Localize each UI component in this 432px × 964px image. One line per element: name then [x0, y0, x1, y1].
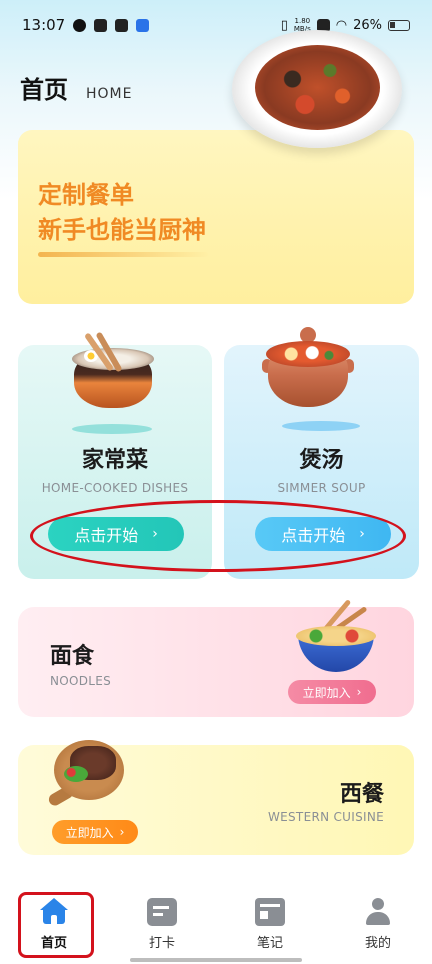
status-left: 13:07: [22, 16, 150, 34]
join-button-western[interactable]: 立即加入 ›: [52, 820, 138, 844]
page-subtitle: HOME: [86, 86, 133, 102]
hotpot-bowl-image: [70, 330, 156, 412]
page-title: 首页: [20, 76, 68, 104]
pot-soup: [266, 341, 350, 367]
bowl-shadow: [72, 424, 152, 434]
banner-text: 定制餐单 新手也能当厨神: [38, 178, 206, 248]
salad-garnish: [64, 766, 88, 782]
card-subtitle-soup: SIMMER SOUP: [277, 481, 366, 495]
pot-shadow: [282, 421, 360, 431]
join-button-label: 立即加入: [302, 685, 351, 700]
profile-icon-shoulders: [366, 912, 390, 925]
card-subtitle-noodles: NOODLES: [50, 674, 112, 688]
chevron-right-icon: ›: [356, 685, 362, 699]
media-notification-icon: [115, 18, 129, 32]
tab-label-profile: 我的: [364, 936, 391, 951]
network-speed-value: 1.80: [294, 17, 311, 25]
app-notification-icon: [73, 18, 87, 32]
noodle-topping: [296, 626, 376, 646]
join-button-noodles[interactable]: 立即加入 ›: [288, 680, 376, 704]
start-button-home[interactable]: 点击开始 ›: [48, 517, 184, 551]
card-subtitle-home: HOME-COOKED DISHES: [41, 481, 189, 495]
tab-notes[interactable]: 笔记: [230, 898, 310, 951]
home-indicator[interactable]: [130, 958, 302, 962]
play-notification-icon: [94, 18, 108, 32]
card-title-home: 家常菜: [81, 448, 148, 473]
wifi-icon: ◠: [335, 17, 348, 33]
join-button-label: 立即加入: [65, 825, 114, 840]
tab-profile[interactable]: 我的: [338, 898, 418, 951]
alipay-notification-icon: [136, 18, 150, 32]
card-title-noodles: 面食: [50, 644, 95, 669]
vibrate-icon: ▯: [280, 17, 288, 33]
start-button-label: 点击开始: [74, 526, 139, 545]
steak-board-image: [46, 736, 138, 816]
dish-food-image: [255, 45, 380, 130]
battery-percent: 26%: [353, 17, 382, 33]
card-title-soup: 煲汤: [299, 448, 344, 473]
profile-icon-head: [372, 898, 384, 910]
profile-icon: [363, 898, 393, 926]
promo-banner[interactable]: 定制餐单 新手也能当厨神: [18, 130, 414, 304]
page-header: 首页 HOME: [20, 70, 132, 105]
checkin-icon: [147, 898, 177, 926]
annotation-rectangle: [18, 892, 94, 958]
start-button-label: 点击开始: [281, 526, 346, 545]
status-time: 13:07: [22, 16, 66, 34]
card-subtitle-western: WESTERN CUISINE: [267, 810, 384, 824]
noodle-bowl-image: [290, 596, 382, 676]
battery-icon: [388, 19, 410, 31]
banner-line-1: 定制餐单: [38, 181, 134, 209]
tab-label-checkin: 打卡: [148, 936, 175, 951]
tab-checkin[interactable]: 打卡: [122, 898, 202, 951]
chevron-right-icon: ›: [359, 526, 365, 542]
soup-pot-image: [262, 325, 354, 411]
banner-underline: [38, 252, 208, 257]
card-title-western: 西餐: [339, 782, 384, 807]
tab-label-notes: 笔记: [256, 936, 283, 951]
chevron-right-icon: ›: [119, 825, 125, 839]
notes-icon: [255, 898, 285, 926]
banner-line-2: 新手也能当厨神: [38, 216, 206, 244]
start-button-soup[interactable]: 点击开始 ›: [255, 517, 391, 551]
chevron-right-icon: ›: [152, 526, 158, 542]
